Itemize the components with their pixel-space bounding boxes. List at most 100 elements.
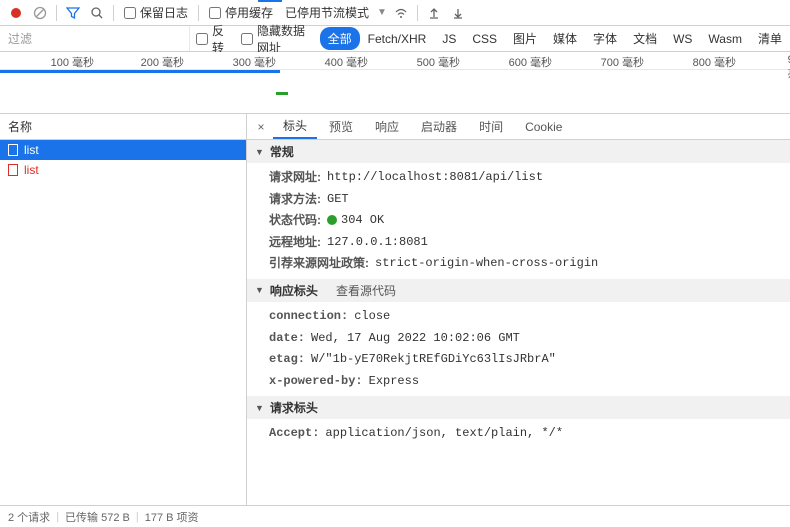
type-tab-css[interactable]: CSS (464, 29, 505, 49)
kv-key: 请求网址: (269, 167, 321, 189)
tab-timing[interactable]: 时间 (469, 114, 513, 139)
filter-bar: 过滤 反转 隐藏数据网址 全部 Fetch/XHR JS CSS 图片 媒体 字… (0, 26, 790, 52)
timeline-selection (0, 70, 280, 73)
section-request-headers[interactable]: ▼ 请求标头 (247, 396, 790, 419)
close-icon[interactable]: × (251, 120, 271, 134)
kv-key: date: (269, 328, 305, 350)
status-text: 304 OK (341, 213, 384, 227)
ruler-tick: 600 毫秒 (509, 54, 552, 70)
download-icon[interactable] (448, 3, 468, 23)
ruler-tick: 500 毫秒 (417, 54, 460, 70)
type-tab-wasm[interactable]: Wasm (700, 29, 750, 49)
tab-response[interactable]: 响应 (365, 114, 409, 139)
upload-icon[interactable] (424, 3, 444, 23)
section-title: 常规 (270, 143, 294, 160)
search-icon[interactable] (87, 3, 107, 23)
filter-input[interactable]: 过滤 (0, 26, 190, 51)
section-general[interactable]: ▼ 常规 (247, 140, 790, 163)
document-icon (8, 164, 18, 176)
type-tab-font[interactable]: 字体 (585, 27, 625, 50)
tab-headers[interactable]: 标头 (273, 114, 317, 139)
kv-val: 127.0.0.1:8081 (327, 232, 428, 254)
timeline-request-bar (276, 92, 288, 95)
kv-key: 状态代码: (269, 210, 321, 232)
kv-val: application/json, text/plain, */* (325, 423, 563, 445)
status-requests: 2 个请求 (8, 509, 50, 525)
detail-body: ▼ 常规 请求网址: http://localhost:8081/api/list… (247, 140, 790, 505)
kv-val: Wed, 17 Aug 2022 10:02:06 GMT (311, 328, 520, 350)
kv-key: Accept: (269, 423, 319, 445)
general-kv: 请求网址: http://localhost:8081/api/list 请求方法… (247, 163, 790, 279)
throttling-selector[interactable]: 已停用节流模式 (281, 4, 373, 21)
timeline-ruler: 100 毫秒 200 毫秒 300 毫秒 400 毫秒 500 毫秒 600 毫… (0, 52, 790, 70)
kv-key: x-powered-by: (269, 371, 363, 393)
kv-val: Express (369, 371, 419, 393)
hide-data-urls-label: 隐藏数据网址 (257, 22, 314, 56)
timeline[interactable]: 100 毫秒 200 毫秒 300 毫秒 400 毫秒 500 毫秒 600 毫… (0, 52, 790, 114)
kv-val: strict-origin-when-cross-origin (375, 253, 598, 275)
status-transferred: 已传输 572 B (65, 509, 130, 525)
response-headers-kv: connection: close date: Wed, 17 Aug 2022 1… (247, 302, 790, 396)
request-row[interactable]: list (0, 140, 246, 160)
request-headers-kv: Accept: application/json, text/plain, */* (247, 419, 790, 449)
type-tab-fetchxhr[interactable]: Fetch/XHR (360, 29, 435, 49)
preserve-log-label: 保留日志 (140, 4, 188, 21)
disable-cache-label: 停用缓存 (225, 4, 273, 21)
request-name: list (24, 163, 39, 177)
kv-key: connection: (269, 306, 348, 328)
request-list: list list (0, 140, 246, 505)
ruler-tick: 700 毫秒 (601, 54, 644, 70)
status-resources: 177 B 项资 (145, 509, 199, 525)
type-tab-js[interactable]: JS (434, 29, 464, 49)
filter-icon[interactable] (63, 3, 83, 23)
kv-key: etag: (269, 349, 305, 371)
view-source-link[interactable]: 查看源代码 (336, 282, 396, 299)
kv-key: 请求方法: (269, 189, 321, 211)
type-tab-doc[interactable]: 文档 (625, 27, 665, 50)
hide-data-urls-checkbox[interactable]: 隐藏数据网址 (235, 22, 320, 56)
type-tab-media[interactable]: 媒体 (545, 27, 585, 50)
document-icon (8, 144, 18, 156)
kv-key: 远程地址: (269, 232, 321, 254)
tab-preview[interactable]: 预览 (319, 114, 363, 139)
main-split: 名称 list list × 标头 预览 响应 启动器 时间 Cookie ▼ (0, 114, 790, 505)
tab-initiator[interactable]: 启动器 (411, 114, 467, 139)
request-row[interactable]: list (0, 160, 246, 180)
invert-label: 反转 (212, 22, 229, 56)
wifi-icon[interactable] (391, 3, 411, 23)
kv-val: 304 OK (327, 210, 384, 232)
ruler-tick: 200 毫秒 (141, 54, 184, 70)
status-bar: 2 个请求 | 已传输 572 B | 177 B 项资 (0, 505, 790, 527)
clear-button[interactable] (30, 3, 50, 23)
kv-val: GET (327, 189, 349, 211)
detail-tabs: × 标头 预览 响应 启动器 时间 Cookie (247, 114, 790, 140)
ruler-tick: 400 毫秒 (325, 54, 368, 70)
ruler-tick: 100 毫秒 (51, 54, 94, 70)
request-detail-panel: × 标头 预览 响应 启动器 时间 Cookie ▼ 常规 请求网址: http:… (247, 114, 790, 505)
triangle-down-icon: ▼ (255, 285, 264, 295)
ruler-tick: 800 毫秒 (693, 54, 736, 70)
record-button[interactable] (6, 3, 26, 23)
section-response-headers[interactable]: ▼ 响应标头 查看源代码 (247, 279, 790, 302)
triangle-down-icon: ▼ (255, 403, 264, 413)
status-dot-icon (327, 215, 337, 225)
preserve-log-checkbox[interactable]: 保留日志 (120, 4, 192, 21)
chevron-down-icon[interactable]: ▼ (377, 7, 387, 18)
type-tab-ws[interactable]: WS (665, 29, 700, 49)
kv-key: 引荐来源网址政策: (269, 253, 369, 275)
request-name: list (24, 143, 39, 157)
ruler-tick: 300 毫秒 (233, 54, 276, 70)
type-tab-all[interactable]: 全部 (320, 27, 360, 50)
request-list-header[interactable]: 名称 (0, 114, 246, 140)
type-tab-img[interactable]: 图片 (505, 27, 545, 50)
tab-cookie[interactable]: Cookie (515, 114, 572, 139)
invert-checkbox[interactable]: 反转 (190, 22, 235, 56)
disable-cache-checkbox[interactable]: 停用缓存 (205, 4, 277, 21)
kv-val: http://localhost:8081/api/list (327, 167, 543, 189)
request-list-panel: 名称 list list (0, 114, 247, 505)
network-toolbar: 保留日志 停用缓存 已停用节流模式 ▼ (0, 0, 790, 26)
kv-val: close (354, 306, 390, 328)
triangle-down-icon: ▼ (255, 147, 264, 157)
type-tab-manifest[interactable]: 清单 (750, 27, 790, 50)
section-title: 响应标头 (270, 282, 318, 299)
